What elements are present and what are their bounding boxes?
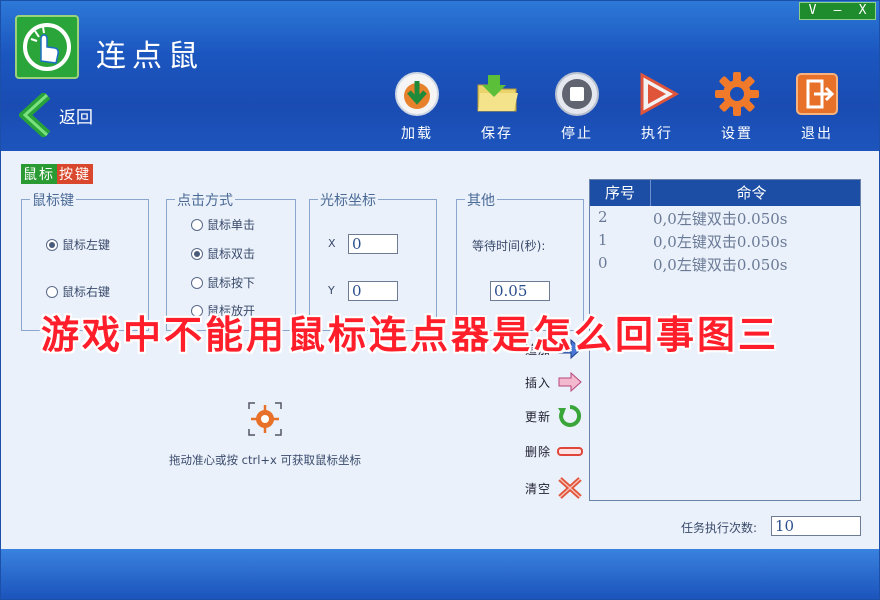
back-button[interactable]: 返回 (19, 93, 93, 137)
menu-button[interactable]: V (800, 3, 825, 19)
radio-left-button[interactable]: 鼠标左键 (46, 236, 110, 253)
command-list-header: 序号 命令 (590, 180, 852, 206)
arrow-right-pink-icon (558, 371, 582, 393)
run-button[interactable]: 执行 (627, 71, 687, 143)
x-label: X (328, 237, 336, 250)
app-title: 连点鼠 (96, 39, 204, 74)
radio-dot (191, 218, 203, 231)
load-button[interactable]: 加载 (387, 71, 447, 143)
header-bar: 连点鼠 V – X 返回 加载 保存 停止 执行 设置 退出 (1, 1, 879, 151)
task-count-input[interactable]: 10 (771, 516, 861, 536)
list-item-command: 0,0左键双击0.050s (653, 210, 788, 228)
mouse-key-title: 鼠标键 (30, 190, 76, 210)
exit-label: 退出 (801, 126, 833, 142)
tab-mouse-keys[interactable]: 鼠标 按键 (21, 164, 93, 184)
minus-icon (557, 446, 583, 456)
crosshair-hint: 拖动准心或按 ctrl+x 可获取鼠标坐标 (169, 453, 362, 467)
gear-icon (715, 72, 759, 116)
clear-button[interactable]: 清空 (525, 476, 583, 500)
settings-label: 设置 (721, 126, 753, 142)
exit-icon (796, 73, 838, 115)
insert-button[interactable]: 插入 (525, 371, 583, 393)
y-label: Y (328, 284, 335, 297)
stop-label: 停止 (561, 126, 593, 142)
radio-label: 鼠标左键 (62, 238, 111, 252)
load-label: 加载 (401, 126, 433, 142)
click-mode-title: 点击方式 (175, 190, 235, 210)
list-item-index: 1 (598, 231, 608, 249)
radio-label: 鼠标右键 (62, 285, 111, 299)
radio-dot (191, 276, 203, 289)
radio-press[interactable]: 鼠标按下 (191, 274, 255, 291)
list-item-index: 0 (598, 254, 608, 272)
run-label: 执行 (641, 126, 673, 142)
other-title: 其他 (465, 190, 497, 210)
radio-dot (191, 247, 203, 260)
update-button[interactable]: 更新 (525, 404, 583, 428)
overlay-caption: 游戏中不能用鼠标连点器是怎么回事图三 (41, 313, 780, 357)
radio-single-click[interactable]: 鼠标单击 (191, 216, 255, 233)
refresh-icon (558, 404, 582, 427)
hand-click-icon (23, 23, 71, 71)
chevron-left-icon (19, 93, 51, 137)
save-button[interactable]: 保存 (467, 71, 527, 143)
crosshair-icon (248, 402, 282, 436)
list-item[interactable]: 1 0,0左键双击0.050s (598, 231, 788, 252)
list-item[interactable]: 0 0,0左键双击0.050s (598, 254, 788, 275)
y-coordinate-input[interactable]: 0 (348, 281, 398, 301)
window-controls: V – X (799, 2, 876, 20)
header-scroll-stub (852, 180, 860, 206)
list-item-command: 0,0左键双击0.050s (653, 233, 788, 251)
radio-right-button[interactable]: 鼠标右键 (46, 283, 110, 300)
app-window: 连点鼠 V – X 返回 加载 保存 停止 执行 设置 退出 鼠标 按键 鼠标键… (0, 0, 880, 600)
radio-label: 鼠标单击 (207, 218, 256, 232)
column-header-index[interactable]: 序号 (590, 180, 651, 206)
cursor-title: 光标坐标 (318, 190, 378, 210)
tab-label-mouse: 鼠标 (21, 164, 57, 184)
wait-time-input[interactable]: 0.05 (490, 281, 550, 301)
column-header-command[interactable]: 命令 (651, 180, 852, 206)
load-icon (395, 72, 439, 116)
save-label: 保存 (481, 126, 513, 142)
radio-dot (46, 238, 58, 251)
stop-icon (555, 72, 599, 116)
list-item[interactable]: 2 0,0左键双击0.050s (598, 208, 788, 229)
folder-save-icon (477, 75, 518, 112)
task-count-label: 任务执行次数: (681, 521, 758, 535)
x-mark-icon (558, 477, 582, 499)
update-label: 更新 (525, 409, 552, 424)
list-item-command: 0,0左键双击0.050s (653, 256, 788, 274)
list-item-index: 2 (598, 208, 608, 226)
play-icon (640, 72, 680, 116)
footer-bar (1, 549, 879, 599)
app-logo (15, 15, 79, 79)
stop-button[interactable]: 停止 (547, 71, 607, 143)
exit-button[interactable]: 退出 (787, 71, 847, 143)
delete-button[interactable]: 删除 (525, 443, 583, 460)
x-coordinate-input[interactable]: 0 (348, 234, 398, 254)
radio-label: 鼠标按下 (207, 276, 256, 290)
settings-button[interactable]: 设置 (707, 71, 767, 143)
radio-double-click[interactable]: 鼠标双击 (191, 245, 255, 262)
crosshair-target[interactable] (247, 401, 283, 437)
radio-dot (46, 285, 58, 298)
minimize-button[interactable]: – (825, 3, 850, 19)
delete-label: 删除 (525, 445, 552, 459)
back-label: 返回 (59, 107, 93, 128)
tab-label-keys: 按键 (57, 164, 93, 184)
wait-time-label: 等待时间(秒): (472, 239, 546, 253)
clear-label: 清空 (525, 481, 552, 496)
radio-label: 鼠标双击 (207, 247, 256, 261)
insert-label: 插入 (525, 375, 552, 390)
close-button[interactable]: X (850, 3, 875, 19)
